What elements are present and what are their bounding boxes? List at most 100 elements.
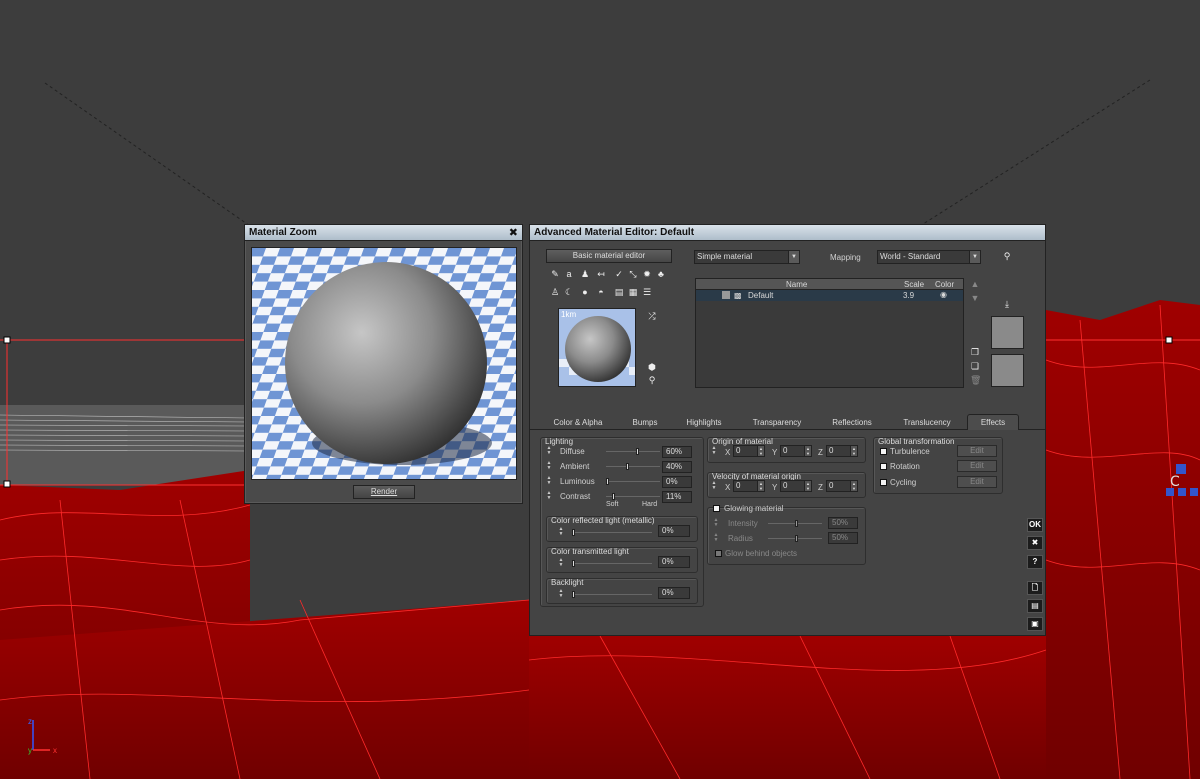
velocity-y-input[interactable]: 0 ▲ ▼ (780, 480, 812, 492)
intensity-value[interactable]: 50% (828, 517, 858, 529)
luminous-slider[interactable] (606, 478, 660, 485)
brush-icon[interactable]: ✎ (550, 269, 560, 279)
tab-reflections[interactable]: Reflections (823, 415, 881, 430)
intensity-spinner[interactable]: ▲ ▼ (713, 518, 719, 529)
rotation-edit-button[interactable]: Edit (957, 460, 997, 472)
origin-spinner[interactable]: ▲ ▼ (711, 446, 717, 457)
stepper-icon[interactable]: ▲ ▼ (850, 446, 857, 456)
ambient-spinner[interactable]: ▲ ▼ (546, 461, 552, 472)
figure-icon[interactable]: ♙ (550, 287, 560, 297)
slider-knob[interactable] (626, 463, 629, 470)
tab-translucency[interactable]: Translucency (894, 415, 960, 430)
save-icon[interactable]: ▣ (1027, 617, 1043, 631)
rotation-checkbox[interactable] (880, 463, 887, 470)
tab-bumps[interactable]: Bumps (622, 415, 668, 430)
slider-knob[interactable] (572, 529, 575, 536)
stepper-icon[interactable]: ▲ ▼ (804, 481, 811, 491)
radius-spinner[interactable]: ▲ ▼ (713, 533, 719, 544)
slider-knob[interactable] (572, 560, 575, 567)
diffuse-value[interactable]: 60% (662, 446, 692, 458)
backlight-slider[interactable] (572, 591, 652, 598)
slider-knob[interactable] (795, 535, 798, 542)
copy-icon[interactable]: ❐ (970, 347, 980, 357)
ambient-slider[interactable] (606, 463, 660, 470)
magnifier-icon[interactable]: ⚲ (647, 375, 657, 385)
move-up-icon[interactable]: ▲ (970, 279, 980, 289)
origin-x-input[interactable]: 0 ▲ ▼ (733, 445, 765, 457)
load-icon[interactable]: ▤ (1027, 599, 1043, 613)
swap-icon[interactable]: ⤡ (628, 269, 638, 279)
color-swatch-2[interactable] (991, 354, 1024, 387)
luminous-value[interactable]: 0% (662, 476, 692, 488)
tree-icon[interactable]: ♣ (656, 269, 666, 279)
tab-effects[interactable]: Effects (967, 414, 1019, 430)
grid-icon[interactable]: ▦ (628, 287, 638, 297)
color-swatch-1[interactable] (991, 316, 1024, 349)
diffuse-spinner[interactable]: ▲ ▼ (546, 446, 552, 457)
close-icon[interactable]: ✖ (509, 225, 518, 241)
sphere-icon[interactable]: ● (580, 287, 590, 297)
turbulence-edit-button[interactable]: Edit (957, 445, 997, 457)
contrast-value[interactable]: 11% (662, 491, 692, 503)
turbulence-checkbox[interactable] (880, 448, 887, 455)
ok-button[interactable]: OK (1027, 518, 1043, 532)
contrast-slider[interactable] (606, 493, 660, 500)
radius-slider[interactable] (768, 535, 822, 542)
contrast-spinner[interactable]: ▲ ▼ (546, 491, 552, 502)
material-type-dropdown[interactable]: Simple material ▼ (694, 250, 800, 264)
trash-icon[interactable]: 🗑 (970, 375, 981, 385)
help-button[interactable]: ? (1027, 555, 1043, 569)
backlight-value[interactable]: 0% (658, 587, 690, 599)
velocity-z-input[interactable]: 0 ▲ ▼ (826, 480, 858, 492)
slider-knob[interactable] (572, 591, 575, 598)
link-icon[interactable]: ⚲ (1002, 251, 1012, 261)
intensity-slider[interactable] (768, 520, 822, 527)
radius-value[interactable]: 50% (828, 532, 858, 544)
import-icon[interactable]: ⤓ (1002, 299, 1012, 309)
transmitted-spinner[interactable]: ▲ ▼ (558, 558, 564, 569)
tab-highlights[interactable]: Highlights (676, 415, 732, 430)
cancel-button[interactable]: ✖ (1027, 536, 1043, 550)
layers-icon[interactable]: ☰ (642, 287, 652, 297)
stepper-icon[interactable]: ▲ ▼ (850, 481, 857, 491)
move-down-icon[interactable]: ▼ (970, 293, 980, 303)
backlight-spinner[interactable]: ▲ ▼ (558, 589, 564, 600)
new-document-icon[interactable]: 🗋 (1027, 581, 1043, 595)
glow-behind-checkbox[interactable] (715, 550, 722, 557)
luminous-spinner[interactable]: ▲ ▼ (546, 476, 552, 487)
tab-transparency[interactable]: Transparency (744, 415, 810, 430)
material-zoom-titlebar[interactable]: Material Zoom ✖ (245, 225, 522, 241)
stamp-icon[interactable]: ♟ (580, 269, 590, 279)
tab-color-alpha[interactable]: Color & Alpha (544, 415, 612, 430)
material-thumbnail[interactable]: 1km (558, 308, 636, 387)
slider-knob[interactable] (612, 493, 615, 500)
paste-icon[interactable]: ❏ (970, 361, 980, 371)
ball-icon[interactable]: ◓ (596, 287, 606, 297)
origin-z-input[interactable]: 0 ▲ ▼ (826, 445, 858, 457)
mapping-dropdown[interactable]: World - Standard ▼ (877, 250, 981, 264)
stepper-icon[interactable]: ▲ ▼ (804, 446, 811, 456)
cube-icon[interactable]: ⬢ (647, 362, 657, 372)
check-icon[interactable]: ✓ (614, 269, 624, 279)
slider-knob[interactable] (606, 478, 609, 485)
ambient-value[interactable]: 40% (662, 461, 692, 473)
velocity-x-input[interactable]: 0 ▲ ▼ (733, 480, 765, 492)
stepper-icon[interactable]: ▲ ▼ (757, 481, 764, 491)
arrow-icon[interactable]: ↤ (596, 269, 606, 279)
transmitted-slider[interactable] (572, 560, 652, 567)
editor-titlebar[interactable]: Advanced Material Editor: Default (530, 225, 1045, 241)
eye-icon[interactable]: ◉ (940, 290, 947, 299)
glowing-checkbox[interactable] (713, 505, 720, 512)
table-row[interactable]: ▩ Default 3.9 ◉ (696, 290, 963, 301)
sun-icon[interactable]: ✹ (642, 269, 652, 279)
transmitted-value[interactable]: 0% (658, 556, 690, 568)
reflected-value[interactable]: 0% (658, 525, 690, 537)
shuffle-icon[interactable]: ⤮ (647, 311, 657, 321)
slider-knob[interactable] (636, 448, 639, 455)
diffuse-slider[interactable] (606, 448, 660, 455)
stepper-icon[interactable]: ▲ ▼ (757, 446, 764, 456)
slider-knob[interactable] (795, 520, 798, 527)
cycling-edit-button[interactable]: Edit (957, 476, 997, 488)
reflected-spinner[interactable]: ▲ ▼ (558, 527, 564, 538)
origin-y-input[interactable]: 0 ▲ ▼ (780, 445, 812, 457)
